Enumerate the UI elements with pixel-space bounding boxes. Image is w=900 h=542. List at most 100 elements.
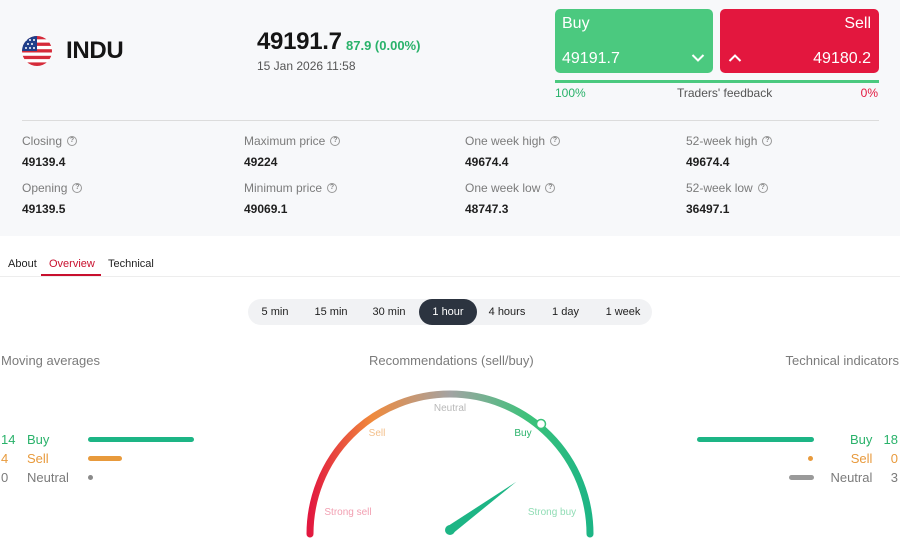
instrument-ticker: INDU [66, 37, 124, 64]
stat-value: 49674.4 [686, 155, 730, 169]
ma-sell-count: 4 [1, 451, 9, 466]
feedback-buy-percent: 100% [555, 86, 586, 100]
ma-neutral-row: 0 Neutral [1, 470, 69, 485]
stat-opening: Opening? 49139.5 [22, 181, 83, 216]
ti-sell-row: Sell 0 [838, 451, 898, 466]
stat-label: 52-week high [686, 134, 758, 148]
stat-value: 49069.1 [244, 202, 288, 216]
ma-sell-label: Sell [27, 451, 49, 466]
gauge-marker [535, 418, 547, 430]
period-1-day[interactable]: 1 day [537, 299, 594, 325]
info-icon[interactable]: ? [550, 136, 561, 146]
buy-label: Buy [562, 15, 590, 32]
buy-button[interactable]: Buy 49191.7 [555, 9, 713, 73]
ti-sell-dot [808, 456, 813, 461]
info-icon[interactable]: ? [67, 136, 78, 146]
stat-one-week-high: One week high? 49674.4 [465, 134, 561, 169]
stat-label: Closing [22, 134, 63, 148]
gauge-label-buy: Buy [514, 428, 531, 439]
stat-52-week-high: 52-week high? 49674.4 [686, 134, 773, 169]
ti-buy-row: Buy 18 [838, 432, 898, 447]
ma-buy-count: 14 [1, 432, 16, 447]
info-icon[interactable]: ? [762, 136, 773, 146]
stat-52-week-low: 52-week low? 36497.1 [686, 181, 768, 216]
technical-indicators-title: Technical indicators [785, 353, 899, 368]
sell-price: 49180.2 [813, 50, 871, 67]
stat-label: Maximum price [244, 134, 326, 148]
buy-price: 49191.7 [562, 50, 620, 67]
section-tabs: About Overview Technical [0, 255, 900, 277]
gauge-hub [445, 525, 455, 535]
ti-sell-label: Sell [850, 451, 873, 466]
stat-value: 49139.5 [22, 202, 66, 216]
stat-label: 52-week low [686, 181, 753, 195]
stat-minimum-price: Minimum price? 49069.1 [244, 181, 338, 216]
traders-feedback-bar [555, 80, 879, 83]
stat-maximum-price: Maximum price? 49224 [244, 134, 341, 169]
price-timestamp: 15 Jan 2026 11:58 [257, 59, 356, 73]
stat-one-week-low: One week low? 48747.3 [465, 181, 556, 216]
gauge-label-neutral: Neutral [434, 403, 466, 414]
ma-buy-row: 14 Buy [1, 432, 49, 447]
recommendations-title: Recommendations (sell/buy) [369, 353, 534, 368]
ti-neutral-row: Neutral 3 [818, 470, 898, 485]
price-change: 87.9 (0.00%) [346, 38, 421, 53]
ma-neutral-label: Neutral [27, 470, 69, 485]
info-icon[interactable]: ? [330, 136, 341, 146]
stat-value: 36497.1 [686, 202, 730, 216]
recommendation-gauge: Strong sell Sell Neutral Buy Strong buy [290, 370, 610, 542]
period-5-min[interactable]: 5 min [248, 299, 302, 325]
instrument-header: INDU 49191.7 87.9 (0.00%) 15 Jan 2026 11… [0, 0, 900, 236]
tab-overview[interactable]: Overview [49, 258, 95, 270]
stat-value: 49674.4 [465, 155, 509, 169]
ma-buy-label: Buy [27, 432, 50, 447]
tab-technical[interactable]: Technical [108, 258, 154, 270]
gauge-label-strong-sell: Strong sell [324, 507, 371, 518]
moving-averages-title: Moving averages [1, 353, 100, 368]
info-icon[interactable]: ? [72, 183, 83, 193]
period-selector: 5 min 15 min 30 min 1 hour 4 hours 1 day… [248, 299, 652, 325]
ma-buy-bar [88, 437, 194, 442]
period-4-hours[interactable]: 4 hours [478, 299, 536, 325]
period-15-min[interactable]: 15 min [302, 299, 360, 325]
ti-buy-count: 18 [883, 432, 898, 447]
stat-value: 49139.4 [22, 155, 66, 169]
stat-closing: Closing? 49139.4 [22, 134, 78, 169]
tabs-divider [0, 276, 900, 277]
period-30-min[interactable]: 30 min [360, 299, 418, 325]
stat-label: Minimum price [244, 181, 323, 195]
ti-buy-bar [697, 437, 814, 442]
ti-neutral-label: Neutral [830, 470, 873, 485]
stat-value: 49224 [244, 155, 278, 169]
ti-neutral-count: 3 [890, 470, 898, 485]
chevron-up-icon [728, 54, 742, 62]
info-icon[interactable]: ? [545, 183, 556, 193]
stat-label: Opening [22, 181, 68, 195]
feedback-label: Traders' feedback [677, 86, 773, 100]
gauge-label-sell: Sell [369, 428, 386, 439]
feedback-sell-percent: 0% [860, 86, 878, 100]
us-flag-icon [22, 36, 52, 66]
ti-neutral-bar [789, 475, 814, 480]
period-1-week[interactable]: 1 week [594, 299, 652, 325]
ti-buy-label: Buy [849, 432, 873, 447]
chevron-down-icon [691, 54, 705, 62]
gauge-needle [447, 481, 517, 534]
ma-sell-row: 4 Sell [1, 451, 49, 466]
period-1-hour[interactable]: 1 hour [419, 299, 477, 325]
info-icon[interactable]: ? [327, 183, 338, 193]
header-divider [22, 120, 879, 121]
current-price: 49191.7 [257, 28, 342, 55]
sell-label: Sell [844, 15, 871, 32]
ma-neutral-dot [88, 475, 93, 480]
ma-sell-bar [88, 456, 122, 461]
stat-label: One week high [465, 134, 546, 148]
stat-value: 48747.3 [465, 202, 509, 216]
tab-about[interactable]: About [8, 258, 37, 270]
sell-button[interactable]: Sell 49180.2 [720, 9, 879, 73]
info-icon[interactable]: ? [757, 183, 768, 193]
ti-sell-count: 0 [890, 451, 898, 466]
gauge-label-strong-buy: Strong buy [528, 507, 576, 518]
ma-neutral-count: 0 [1, 470, 9, 485]
stat-label: One week low [465, 181, 541, 195]
